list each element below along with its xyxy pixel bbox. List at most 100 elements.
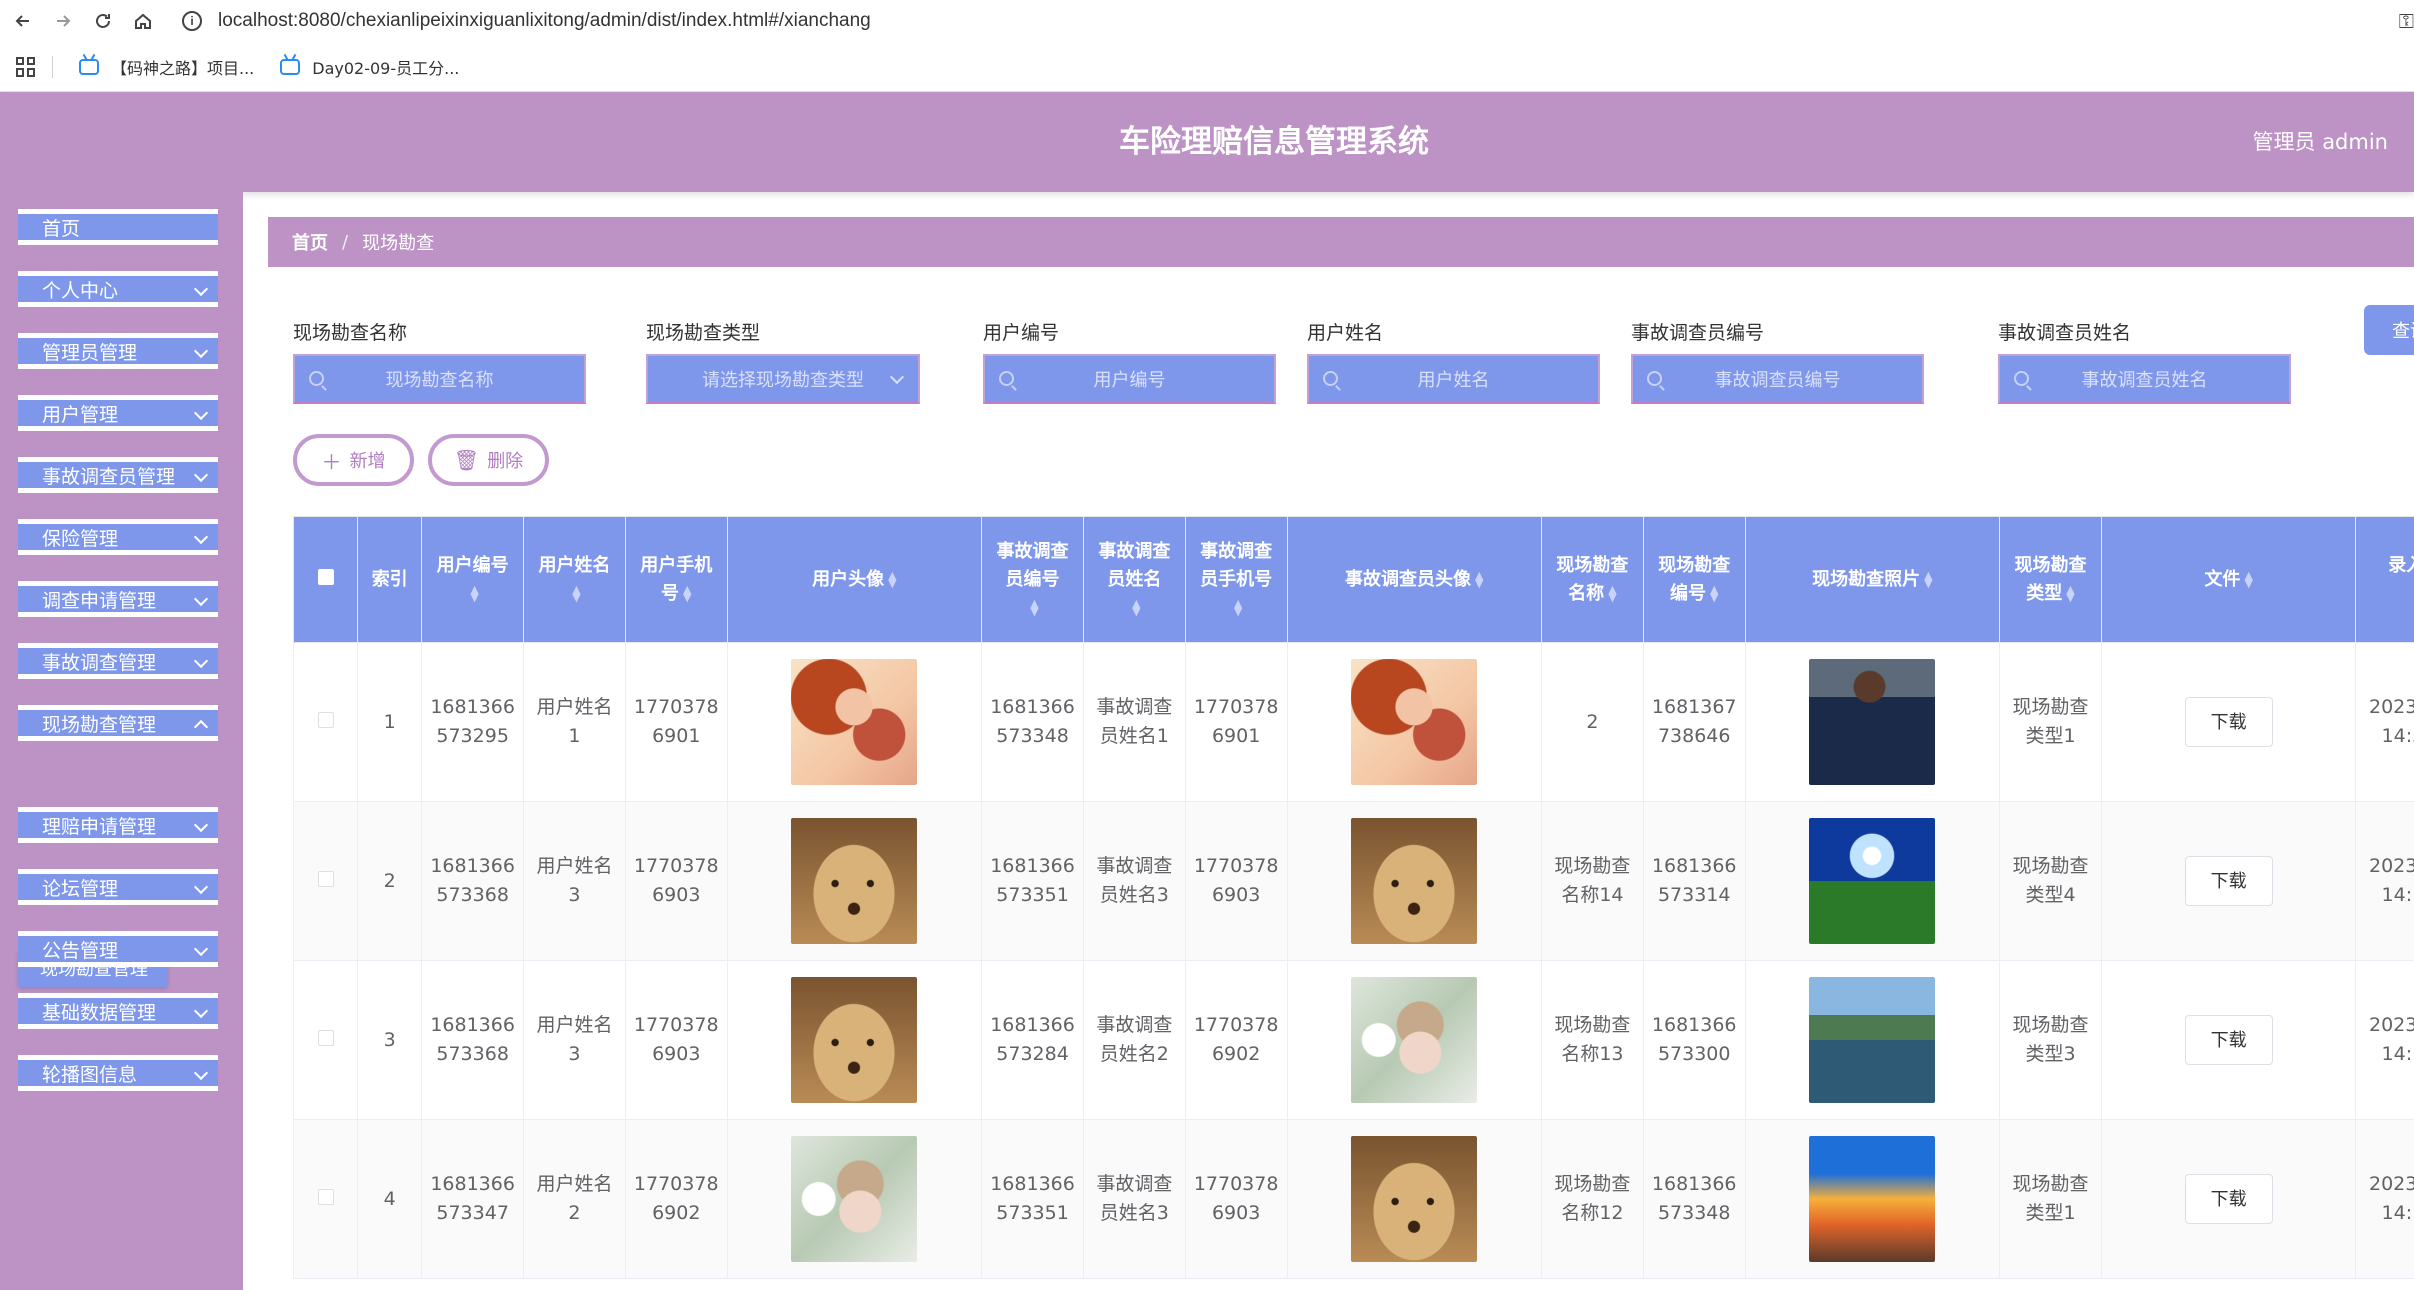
sidebar-item-site-survey[interactable]: 现场勘查管理 bbox=[18, 705, 218, 741]
user-avatar-image[interactable] bbox=[791, 659, 918, 785]
site-name-cell: 现场勘查名称12 bbox=[1541, 1119, 1644, 1279]
column-header[interactable]: 现场勘查照片 ▲ ▼ bbox=[1744, 516, 2001, 643]
sidebar-item-survey-application[interactable]: 调查申请管理 bbox=[18, 581, 218, 617]
back-icon[interactable] bbox=[6, 4, 40, 38]
select-all-checkbox[interactable] bbox=[317, 568, 334, 585]
investigator-avatar-image[interactable] bbox=[1351, 818, 1478, 944]
column-header[interactable]: 现场勘查名称 ▲ ▼ bbox=[1541, 516, 1644, 643]
browser-toolbar: i localhost:8080/chexianlipeixinxiguanli… bbox=[0, 0, 2414, 42]
row-checkbox[interactable] bbox=[317, 870, 334, 887]
column-header[interactable]: 用户编号 ▲ ▼ bbox=[421, 516, 525, 643]
site-info-icon[interactable]: i bbox=[182, 11, 202, 31]
add-button[interactable]: ＋ 新增 bbox=[293, 434, 414, 486]
bookmark-item[interactable]: Day02-09-员工分... bbox=[280, 55, 459, 79]
search-icon bbox=[1323, 371, 1338, 386]
sort-icon[interactable]: ▲ ▼ bbox=[1030, 598, 1038, 617]
investigator-phone-cell: 17703786903 bbox=[1184, 801, 1288, 961]
sidebar-item-notice-management[interactable]: 公告管理 bbox=[18, 931, 218, 967]
forward-icon[interactable] bbox=[46, 4, 80, 38]
site-photo-image[interactable] bbox=[1809, 977, 1936, 1103]
investigator-phone-cell: 17703786903 bbox=[1184, 1119, 1288, 1279]
password-key-icon[interactable]: ⚿ bbox=[2399, 9, 2414, 33]
sidebar-item-claim-application[interactable]: 理赔申请管理 bbox=[18, 807, 218, 843]
delete-button[interactable]: 🗑 删除 bbox=[428, 434, 549, 486]
investigator-name-input[interactable]: 事故调查员姓名 bbox=[1998, 354, 2291, 404]
investigator-avatar-image[interactable] bbox=[1351, 977, 1478, 1103]
column-header[interactable]: 用户姓名 ▲ ▼ bbox=[523, 516, 626, 643]
column-header[interactable]: 现场勘查编号 ▲ ▼ bbox=[1642, 516, 1746, 643]
column-header[interactable]: 事故调查员手机号 ▲ ▼ bbox=[1184, 516, 1288, 643]
sidebar-item-insurance-management[interactable]: 保险管理 bbox=[18, 519, 218, 555]
sort-icon[interactable]: ▲ ▼ bbox=[1234, 598, 1242, 617]
reload-icon[interactable] bbox=[86, 4, 120, 38]
apps-icon[interactable] bbox=[16, 56, 36, 77]
sort-icon[interactable]: ▲ ▼ bbox=[1924, 570, 1932, 589]
sort-icon[interactable]: ▲ ▼ bbox=[2066, 584, 2074, 603]
sort-icon[interactable]: ▲ ▼ bbox=[888, 570, 896, 589]
column-header[interactable]: 文件 ▲ ▼ bbox=[2100, 516, 2357, 643]
user-name-input[interactable]: 用户姓名 bbox=[1307, 354, 1600, 404]
breadcrumb-separator: / bbox=[342, 231, 349, 253]
download-button[interactable]: 下载 bbox=[2184, 697, 2273, 747]
user-no-input[interactable]: 用户编号 bbox=[983, 354, 1276, 404]
row-checkbox[interactable] bbox=[317, 1188, 334, 1205]
investigator-avatar-image[interactable] bbox=[1351, 659, 1478, 785]
site-name-input[interactable]: 现场勘查名称 bbox=[293, 354, 586, 404]
sidebar-item-admin-management[interactable]: 管理员管理 bbox=[18, 333, 218, 369]
home-icon[interactable] bbox=[126, 4, 160, 38]
breadcrumb-home[interactable]: 首页 bbox=[292, 229, 328, 255]
sidebar-item-carousel[interactable]: 轮播图信息 bbox=[18, 1055, 218, 1091]
sidebar-item-personal-center[interactable]: 个人中心 bbox=[18, 271, 218, 307]
user-avatar-image[interactable] bbox=[791, 1136, 918, 1262]
search-label-user-no: 用户编号 bbox=[983, 322, 1060, 344]
user-avatar-image[interactable] bbox=[791, 977, 918, 1103]
sort-icon[interactable]: ▲ ▼ bbox=[1710, 584, 1718, 603]
address-bar[interactable]: i localhost:8080/chexianlipeixinxiguanli… bbox=[182, 3, 871, 39]
column-header[interactable]: 录入时间▲▼ bbox=[2355, 516, 2414, 643]
user-phone-cell: 17703786902 bbox=[624, 1119, 728, 1279]
investigator-no-cell: 1681366573284 bbox=[981, 960, 1084, 1120]
column-header[interactable]: 事故调查员姓名 ▲ ▼ bbox=[1082, 516, 1186, 643]
column-header[interactable]: 事故调查员头像 ▲ ▼ bbox=[1286, 516, 1543, 643]
download-button[interactable]: 下载 bbox=[2184, 1015, 2273, 1065]
column-header[interactable]: 现场勘查类型 ▲ ▼ bbox=[1999, 516, 2102, 643]
current-user[interactable]: 管理员 admin bbox=[2253, 92, 2388, 192]
chevron-down-icon bbox=[193, 467, 209, 483]
sidebar-item-basic-data[interactable]: 基础数据管理 bbox=[18, 993, 218, 1029]
site-type-select[interactable]: 请选择现场勘查类型 bbox=[646, 354, 920, 404]
row-checkbox[interactable] bbox=[317, 711, 334, 728]
sidebar-item-forum-management[interactable]: 论坛管理 bbox=[18, 869, 218, 905]
user-avatar-image[interactable] bbox=[791, 818, 918, 944]
sort-icon[interactable]: ▲ ▼ bbox=[683, 584, 691, 603]
sidebar-item-accident-investigation[interactable]: 事故调查管理 bbox=[18, 643, 218, 679]
select-all-header[interactable] bbox=[293, 516, 359, 643]
sort-icon[interactable]: ▲ ▼ bbox=[1475, 570, 1483, 589]
search-label-site-name: 现场勘查名称 bbox=[293, 322, 408, 344]
investigator-avatar-image[interactable] bbox=[1351, 1136, 1478, 1262]
row-checkbox[interactable] bbox=[317, 1029, 334, 1046]
site-photo-image[interactable] bbox=[1809, 1136, 1936, 1262]
app-title: 车险理赔信息管理系统 bbox=[1119, 124, 1429, 160]
sidebar-item-user-management[interactable]: 用户管理 bbox=[18, 395, 218, 431]
download-button[interactable]: 下载 bbox=[2184, 856, 2273, 906]
investigator-phone-cell: 17703786901 bbox=[1184, 642, 1288, 802]
sort-icon[interactable]: ▲ ▼ bbox=[572, 584, 580, 603]
sort-icon[interactable]: ▲ ▼ bbox=[1132, 598, 1140, 617]
column-header[interactable]: 事故调查员编号 ▲ ▼ bbox=[981, 516, 1084, 643]
sort-icon[interactable]: ▲ ▼ bbox=[2244, 570, 2252, 589]
chevron-down-icon bbox=[193, 653, 209, 669]
sidebar-item-home[interactable]: 首页 bbox=[18, 209, 218, 245]
investigator-no-input[interactable]: 事故调查员编号 bbox=[1631, 354, 1924, 404]
query-button[interactable]: 查询 bbox=[2364, 305, 2414, 355]
sidebar-item-investigator-management[interactable]: 事故调查员管理 bbox=[18, 457, 218, 493]
sort-icon[interactable]: ▲ ▼ bbox=[1608, 584, 1616, 603]
column-header[interactable]: 用户头像 ▲ ▼ bbox=[726, 516, 983, 643]
download-button[interactable]: 下载 bbox=[2184, 1174, 2273, 1224]
column-header[interactable]: 用户手机号 ▲ ▼ bbox=[624, 516, 728, 643]
site-photo-image[interactable] bbox=[1809, 659, 1936, 785]
bookmark-item[interactable]: 【码神之路】项目... bbox=[79, 55, 254, 79]
table-row: 1 1681366573295 用户姓名1 17703786901 168136… bbox=[293, 642, 2414, 802]
search-icon bbox=[1647, 371, 1662, 386]
sort-icon[interactable]: ▲ ▼ bbox=[470, 584, 478, 603]
site-photo-image[interactable] bbox=[1809, 818, 1936, 944]
